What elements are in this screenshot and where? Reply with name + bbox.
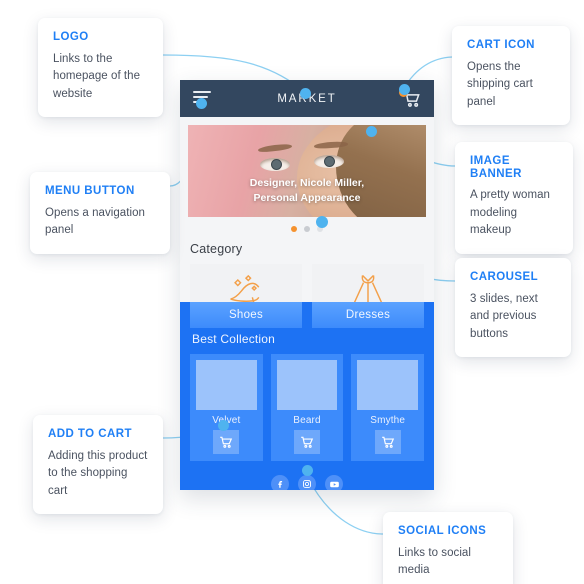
banner-caption-line-1: Designer, Nicole Miller, xyxy=(249,176,365,189)
instagram-icon[interactable] xyxy=(298,475,316,490)
category-label-shoes[interactable]: Shoes xyxy=(190,302,302,328)
category-heading: Category xyxy=(190,242,243,256)
annotation-body: Links to the homepage of the website xyxy=(53,52,141,100)
banner-caption: Designer, Nicole Miller, Personal Appear… xyxy=(188,176,426,208)
facebook-icon[interactable] xyxy=(271,475,289,490)
annotation-card-carousel: CAROUSEL 3 slides, next and previous but… xyxy=(455,258,571,358)
annotation-body: 3 slides, next and previous buttons xyxy=(470,292,538,340)
annotation-body: Adding this product to the shopping cart xyxy=(48,449,148,497)
category-label-dresses[interactable]: Dresses xyxy=(312,302,424,328)
add-to-cart-button[interactable] xyxy=(213,430,240,454)
anchor-dot-social xyxy=(302,465,313,476)
annotation-body: Opens a navigation panel xyxy=(45,206,145,237)
youtube-icon[interactable] xyxy=(325,475,343,490)
product-card[interactable]: Beard xyxy=(270,354,344,461)
annotation-card-social-icons: SOCIAL ICONS Links to social media xyxy=(383,512,513,584)
annotation-body: Opens the shipping cart panel xyxy=(467,60,533,108)
product-name: Smythe xyxy=(370,415,406,426)
annotation-card-menu-button: MENU BUTTON Opens a navigation panel xyxy=(30,172,170,254)
banner-section: Designer, Nicole Miller, Personal Appear… xyxy=(180,117,434,217)
product-thumbnail xyxy=(357,360,419,410)
anchor-dot-cart xyxy=(399,84,410,95)
annotation-title: CART ICON xyxy=(467,39,535,51)
annotation-title: SOCIAL ICONS xyxy=(398,525,487,537)
product-thumbnail xyxy=(276,360,338,410)
category-label-row: Shoes Dresses xyxy=(190,302,424,328)
product-list: Velvet Beard xyxy=(190,354,425,461)
model-eyebrow xyxy=(257,142,293,154)
shopping-cart-icon xyxy=(220,436,233,448)
carousel-dot-active[interactable] xyxy=(291,226,297,232)
annotation-title: ADD TO CART xyxy=(48,428,132,440)
anchor-dot-carousel xyxy=(316,216,328,228)
hamburger-line xyxy=(193,91,211,93)
shopping-cart-icon xyxy=(301,436,314,448)
collection-heading: Best Collection xyxy=(192,332,276,346)
annotation-card-cart-icon: CART ICON Opens the shipping cart panel xyxy=(452,26,570,126)
annotation-title: MENU BUTTON xyxy=(45,185,135,197)
banner-caption-line-2: Personal Appearance xyxy=(253,192,361,205)
instagram-glyph xyxy=(303,480,311,488)
product-thumbnail xyxy=(196,360,257,410)
featured-blue-section: Shoes Dresses Best Collection Velvet xyxy=(180,302,434,490)
annotated-mockup-canvas: LOGO Links to the homepage of the websit… xyxy=(0,0,584,584)
annotation-card-add-to-cart: ADD TO CART Adding this product to the s… xyxy=(33,415,163,515)
shopping-cart-icon xyxy=(381,436,394,448)
anchor-dot-banner xyxy=(366,126,377,137)
product-name: Beard xyxy=(293,415,321,426)
annotation-title: LOGO xyxy=(53,31,89,43)
carousel-dot[interactable] xyxy=(304,226,310,232)
model-iris xyxy=(324,156,335,167)
add-to-cart-button[interactable] xyxy=(374,430,401,454)
facebook-glyph xyxy=(278,481,283,488)
image-banner[interactable]: Designer, Nicole Miller, Personal Appear… xyxy=(188,125,426,217)
anchor-dot-addcart xyxy=(218,420,229,431)
annotation-body: Links to social media xyxy=(398,546,471,577)
youtube-glyph xyxy=(329,481,339,487)
annotation-title: IMAGE BANNER xyxy=(470,155,522,180)
model-iris xyxy=(271,159,282,170)
annotation-title: CAROUSEL xyxy=(470,271,539,283)
carousel-indicator xyxy=(180,217,434,238)
product-card[interactable]: Velvet xyxy=(190,354,263,461)
add-to-cart-button[interactable] xyxy=(294,430,320,454)
annotation-card-image-banner: IMAGE BANNER A pretty woman modeling mak… xyxy=(455,142,573,254)
anchor-dot-logo xyxy=(300,88,311,99)
annotation-card-logo: LOGO Links to the homepage of the websit… xyxy=(38,18,163,118)
product-card[interactable]: Smythe xyxy=(351,354,425,461)
anchor-dot-menu xyxy=(196,98,207,109)
annotation-body: A pretty woman modeling makeup xyxy=(470,189,550,237)
